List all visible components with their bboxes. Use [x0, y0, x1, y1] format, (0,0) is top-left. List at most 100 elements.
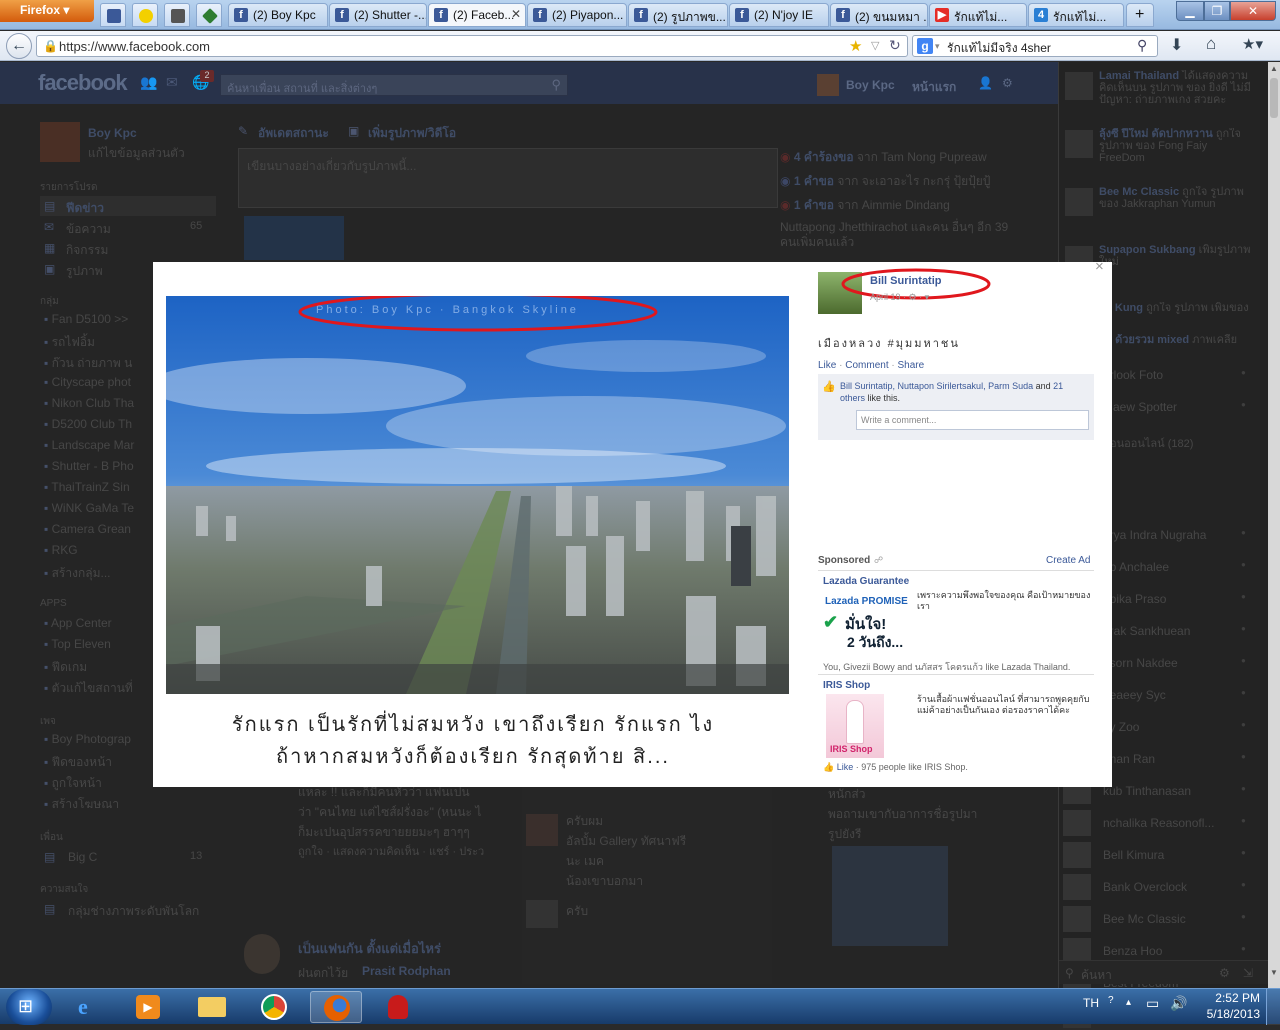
pinned-tab-facebook[interactable]: [100, 3, 126, 27]
nav-item-news-feed[interactable]: ▤ ฟีดข่าว: [40, 196, 216, 216]
group-item[interactable]: ▪ Camera Grean: [44, 522, 154, 543]
bookmarks-menu-icon[interactable]: ★▾: [1242, 35, 1263, 53]
ticker-item[interactable]: Bee Mc Classic ถูกใจ รูปภาพ ของ Jakkraph…: [1065, 186, 1255, 244]
app-item[interactable]: ▪ ฟีดเกม: [44, 658, 154, 679]
online-friend[interactable]: Bee Mc Classic ●: [1063, 904, 1259, 934]
group-item[interactable]: ▪ Fan D5100 >>: [44, 312, 154, 333]
dropdown-arrow-icon[interactable]: ▽: [871, 39, 879, 52]
online-friend[interactable]: Bank Overclock ●: [1063, 872, 1259, 902]
engine-dropdown-icon[interactable]: ▾: [935, 41, 940, 52]
avatar[interactable]: [817, 74, 839, 96]
request-row[interactable]: ◉ 1 คำขอ จาก จะเอาอะไร กะกรุ่ ปุ้ยปุ้ยปู…: [780, 172, 1020, 196]
taskbar-media-player[interactable]: ▶: [122, 991, 174, 1023]
close-tab-icon[interactable]: ✕: [511, 7, 521, 21]
tab-7[interactable]: f (2) ขนมหมา ...: [830, 3, 928, 27]
tab-3-active[interactable]: f (2) Faceb... ✕: [428, 3, 526, 27]
start-button[interactable]: ⊞: [6, 989, 52, 1025]
create-ad-link[interactable]: Create Ad: [1046, 555, 1090, 566]
maximize-button[interactable]: ❐: [1204, 1, 1230, 21]
close-window-button[interactable]: ✕: [1230, 1, 1276, 21]
network-icon[interactable]: ▭: [1146, 995, 1159, 1012]
request-row[interactable]: ◉ 4 คำร้องขอ จาก Tam Nong Pupreaw: [780, 148, 1020, 172]
facebook-logo[interactable]: facebook: [38, 70, 128, 96]
group-item[interactable]: ▪ WiNK GaMa Te: [44, 501, 154, 522]
group-item[interactable]: ▪ RKG: [44, 543, 154, 564]
likers-names[interactable]: Bill Surintatip, Nuttapon Sirilertsakul,…: [840, 381, 1033, 391]
pinned-tab-game[interactable]: [164, 3, 190, 27]
ad-title-lazada[interactable]: Lazada Guarantee: [823, 576, 909, 587]
request-row[interactable]: ◉ 1 คำขอ จาก Aimmie Dindang: [780, 196, 1020, 220]
group-item[interactable]: ▪ รถไฟอิ้ม: [44, 333, 154, 354]
home-icon[interactable]: ⌂: [1206, 34, 1216, 54]
chat-minimize-icon[interactable]: ⇲: [1243, 966, 1253, 980]
scroll-up-icon[interactable]: ▲: [1270, 64, 1278, 73]
help-icon[interactable]: ?: [1108, 995, 1114, 1006]
page-item[interactable]: ▪ ถูกใจหน้า: [44, 774, 154, 795]
facebook-search-input[interactable]: ค้นหาเพื่อน สถานที่ และสิ่งต่างๆ ⚲: [220, 74, 568, 96]
shared-photo-thumb[interactable]: [832, 846, 948, 946]
online-friend[interactable]: nchalika Reasonofl... ●: [1063, 808, 1259, 838]
tab-2[interactable]: f (2) Shutter -...: [329, 3, 427, 27]
group-item[interactable]: ▪ Landscape Mar: [44, 438, 154, 459]
friends-icon[interactable]: 👤: [978, 76, 993, 90]
online-friend[interactable]: Bell Kimura ●: [1063, 840, 1259, 870]
tab-1[interactable]: f (2) Boy Kpc: [228, 3, 328, 27]
tab-8[interactable]: ▶ รักแท้ไม่...: [929, 3, 1027, 27]
app-item[interactable]: ▪ Top Eleven: [44, 637, 154, 658]
pinned-tab-diamond[interactable]: [196, 3, 222, 27]
post-avatar[interactable]: [244, 934, 280, 974]
tab-5[interactable]: f (2) รูปภาพข...: [628, 3, 728, 27]
search-bar[interactable]: g ▾ รักแท้ไม่มีจริง 4sher ⚲: [912, 35, 1158, 57]
comment-link[interactable]: Comment: [845, 360, 888, 371]
taskbar-app[interactable]: [372, 991, 424, 1023]
gear-icon[interactable]: ⚙: [1219, 966, 1230, 980]
friend-requests-icon[interactable]: 👥: [140, 74, 157, 91]
feed-actions[interactable]: ถูกใจ · แสดงความคิดเห็น · แชร์ · ประว: [298, 842, 520, 862]
ad-image-iris[interactable]: IRIS Shop: [826, 694, 884, 758]
language-indicator[interactable]: TH: [1083, 996, 1099, 1010]
like-page-link[interactable]: Like: [837, 762, 854, 772]
ticker-item[interactable]: ลุ้งซี่ ปี้ใหม่ ดัดปากหวาน ถูกใจ รูปภาพ …: [1065, 128, 1255, 186]
app-item[interactable]: ▪ ตัวแก้ไขสถานที่: [44, 679, 154, 700]
ticker-item[interactable]: Lamai Thailand ได้แสดงความคิดเห็นบน รูปภ…: [1065, 70, 1255, 128]
profile-edit-link[interactable]: แก้ไขข้อมูลส่วนตัว: [88, 144, 185, 163]
bookmark-star-icon[interactable]: ★: [849, 37, 862, 55]
tab-9[interactable]: 4 รักแท้ไม่...: [1028, 3, 1124, 27]
messages-icon[interactable]: ✉: [166, 74, 178, 91]
new-tab-button[interactable]: +: [1126, 3, 1154, 27]
group-item[interactable]: ▪ D5200 Club Th: [44, 417, 154, 438]
interests-item[interactable]: ▤ กลุ่มช่างภาพระดับพันโลก: [44, 900, 210, 920]
reload-icon[interactable]: ↻: [889, 37, 901, 54]
clock-date[interactable]: 5/18/2013: [1196, 1007, 1260, 1021]
google-icon[interactable]: g: [917, 38, 933, 54]
group-item[interactable]: ▪ สร้างกลุ่ม...: [44, 564, 154, 585]
group-item[interactable]: ▪ Nikon Club Tha: [44, 396, 154, 417]
tab-4[interactable]: f (2) Piyapon...: [527, 3, 627, 27]
composer-textarea[interactable]: เขียนบางอย่างเกี่ยวกับรูปภาพนี้...: [238, 148, 778, 208]
volume-icon[interactable]: 🔊: [1170, 995, 1187, 1012]
firefox-menu-button[interactable]: Firefox ▾: [0, 0, 94, 22]
page-item[interactable]: ▪ ฟีดของหน้า: [44, 753, 154, 774]
pinned-tab-smiley[interactable]: [132, 3, 158, 27]
friends-list-item[interactable]: ▤ Big C 13: [44, 848, 210, 868]
back-button[interactable]: ←: [6, 33, 32, 59]
taskbar-chrome[interactable]: [248, 991, 300, 1023]
share-link[interactable]: Share: [898, 360, 925, 371]
search-icon[interactable]: ⚲: [551, 77, 561, 93]
scroll-down-icon[interactable]: ▼: [1270, 968, 1278, 977]
taskbar-internet-explorer[interactable]: e: [64, 991, 116, 1023]
download-icon[interactable]: ⬇: [1170, 35, 1183, 55]
gear-icon[interactable]: ⚙: [1002, 76, 1013, 90]
scroll-thumb[interactable]: [1270, 78, 1278, 118]
tray-expand-icon[interactable]: ▴: [1126, 997, 1131, 1008]
group-item[interactable]: ▪ Cityscape phot: [44, 375, 154, 396]
tab-update-status[interactable]: อัพเดตสถานะ: [258, 124, 329, 143]
ad-title-iris[interactable]: IRIS Shop: [823, 680, 870, 691]
post-author[interactable]: Prasit Rodphan: [362, 964, 451, 978]
post-title[interactable]: เป็นแฟนกัน ตั้งแต่เมื่อไหร่: [298, 938, 441, 959]
tab-add-photo[interactable]: เพิ่มรูปภาพ/วิดีโอ: [368, 124, 456, 143]
header-home-link[interactable]: หน้าแรก: [912, 78, 956, 97]
tab-6[interactable]: f (2) N'joy IE: [729, 3, 829, 27]
group-item[interactable]: ▪ ThaiTrainZ Sin: [44, 480, 154, 501]
taskbar-file-explorer[interactable]: [186, 991, 238, 1023]
